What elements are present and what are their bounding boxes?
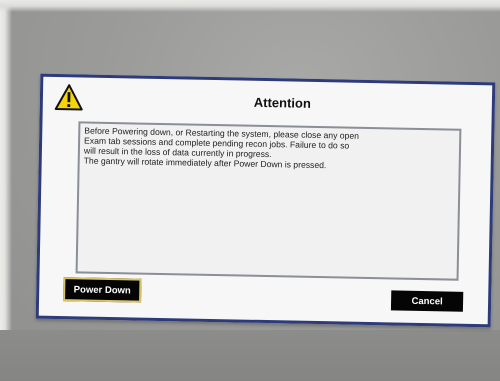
- attention-dialog: Attention Before Powering down, or Resta…: [35, 73, 496, 328]
- warning-message: Before Powering down, or Restarting the …: [83, 125, 360, 171]
- power-down-button[interactable]: Power Down: [63, 277, 142, 303]
- dialog-title: Attention: [253, 94, 312, 111]
- monitor-lower-area: [0, 330, 500, 381]
- cancel-button[interactable]: Cancel: [390, 290, 464, 312]
- message-box: Before Powering down, or Restarting the …: [75, 121, 462, 281]
